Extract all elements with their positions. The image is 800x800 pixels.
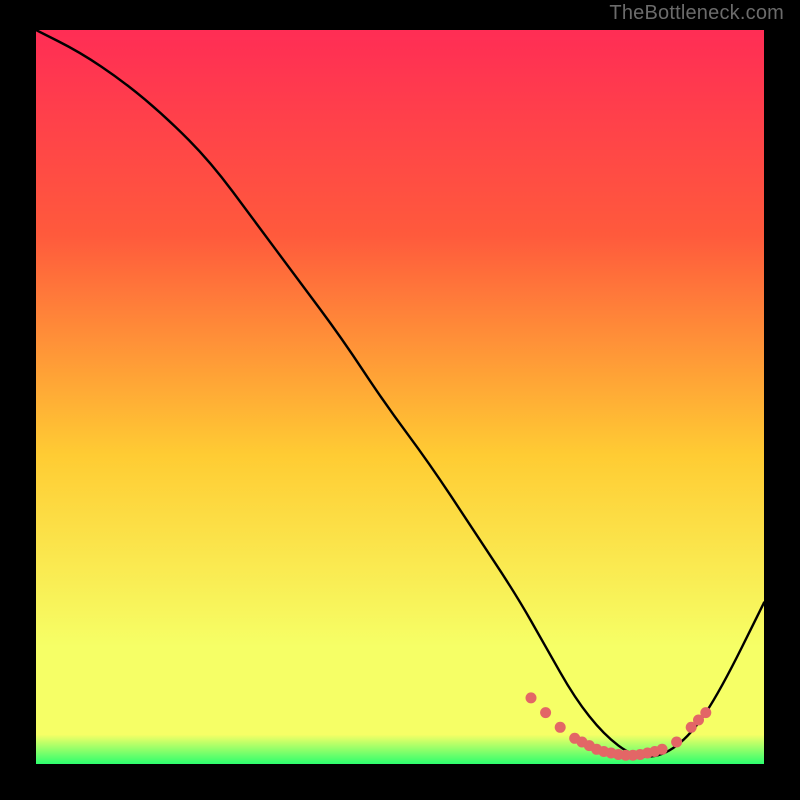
scatter-dot (657, 744, 668, 755)
chart-plot-area (36, 30, 764, 764)
scatter-dot (700, 707, 711, 718)
chart-container: TheBottleneck.com (0, 0, 800, 800)
gradient-heatmap-background (36, 30, 764, 764)
scatter-dot (540, 707, 551, 718)
attribution-label: TheBottleneck.com (609, 2, 784, 25)
scatter-dot (671, 737, 682, 748)
chart-svg (36, 30, 764, 764)
scatter-dot (555, 722, 566, 733)
scatter-dot (526, 692, 537, 703)
